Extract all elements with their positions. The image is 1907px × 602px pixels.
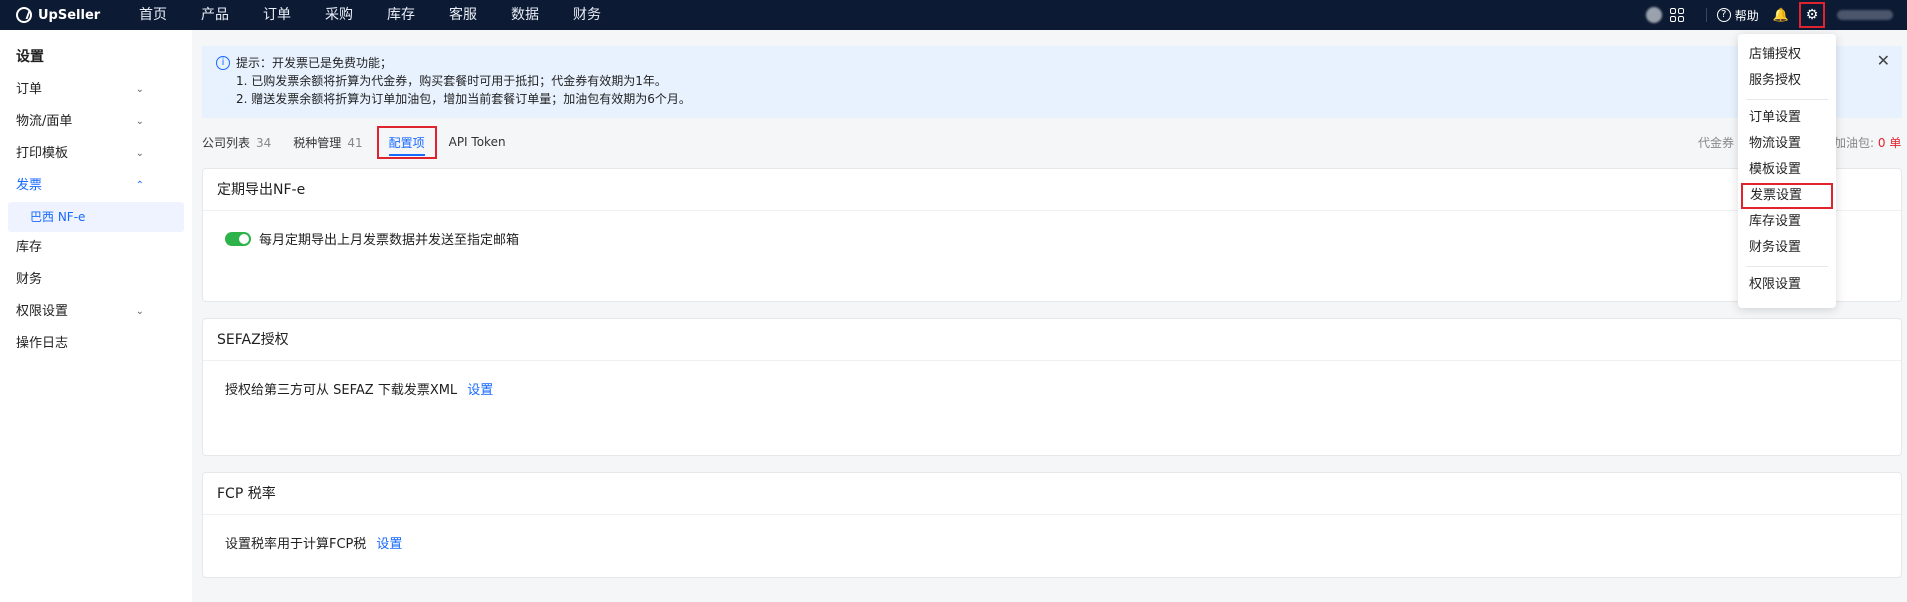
top-navbar: UpSeller 首页 产品 订单 采购 库存 客服 数据 财务 ? 帮助 🔔 … (0, 0, 1907, 30)
main-nav: 首页 产品 订单 采购 库存 客服 数据 财务 (122, 0, 618, 30)
notice-line-1: 提示：开发票已是免费功能； (236, 56, 393, 70)
fuel-label: 加油包: (1834, 136, 1875, 150)
sidebar-item-label: 财务 (16, 272, 43, 287)
brand-name: UpSeller (38, 7, 101, 23)
menu-item-service-auth[interactable]: 服务授权 (1738, 68, 1836, 94)
help-label: 帮助 (1734, 8, 1759, 23)
upseller-logo-icon (16, 7, 32, 23)
menu-divider (1746, 99, 1828, 100)
tab-count: 41 (347, 135, 363, 150)
chevron-down-icon: ⌄ (135, 116, 144, 127)
fcp-settings-link[interactable]: 设置 (376, 533, 402, 552)
card-sefaz: SEFAZ授权 授权给第三方可从 SEFAZ 下载发票XML 设置 (202, 318, 1902, 456)
bell-icon[interactable]: 🔔 (1773, 8, 1789, 23)
fuel-value: 0 单 (1877, 136, 1902, 150)
nav-finance[interactable]: 财务 (556, 0, 618, 30)
info-icon: i (216, 56, 230, 70)
sidebar-title: 设置 (16, 49, 44, 65)
settings-button[interactable]: ⚙ (1799, 2, 1825, 28)
gear-icon: ⚙ (1805, 7, 1819, 23)
sidebar-item-label: 物流/面单 (16, 114, 73, 129)
nav-products[interactable]: 产品 (184, 0, 246, 30)
sidebar-item-label: 库存 (16, 240, 43, 255)
nfe-export-description: 每月定期导出上月发票数据并发送至指定邮箱 (259, 233, 520, 248)
tab-company-list[interactable]: 公司列表 34 (202, 134, 271, 151)
menu-item-template-settings[interactable]: 模板设置 (1738, 157, 1836, 183)
tab-count: 34 (256, 135, 272, 150)
nav-home[interactable]: 首页 (122, 0, 184, 30)
card-title: 定期导出NF-e (203, 169, 1901, 211)
tab-label: 公司列表 (202, 135, 251, 150)
sidebar-item-label: 订单 (16, 82, 43, 97)
tab-label: 配置项 (388, 135, 425, 156)
notice-line-3: 2. 赠送发票余额将折算为订单加油包，增加当前套餐订单量；加油包有效期为6个月。 (236, 92, 691, 106)
avatar-blurred[interactable] (1645, 7, 1662, 23)
tab-config[interactable]: 配置项 (376, 125, 437, 159)
sefaz-description: 授权给第三方可从 SEFAZ 下载发票XML (225, 383, 458, 398)
sidebar-item-invoice[interactable]: 发票 ⌃ (0, 170, 192, 202)
divider (1705, 8, 1707, 22)
menu-item-order-settings[interactable]: 订单设置 (1738, 105, 1836, 131)
nav-orders[interactable]: 订单 (246, 0, 308, 30)
sidebar-item-inventory[interactable]: 库存 (0, 232, 192, 264)
sefaz-settings-link[interactable]: 设置 (467, 379, 493, 398)
notice-line-2: 1. 已购发票余额将折算为代金券，购买套餐时可用于抵扣；代金券有效期为1年。 (236, 74, 667, 88)
card-fcp-tax: FCP 税率 设置税率用于计算FCP税 设置 (202, 472, 1902, 578)
menu-item-inventory-settings[interactable]: 库存设置 (1738, 209, 1836, 235)
chevron-down-icon: ⌄ (135, 84, 144, 95)
brand-logo[interactable]: UpSeller (0, 7, 118, 23)
fcp-description: 设置税率用于计算FCP税 (225, 537, 367, 552)
voucher-label: 代金券 (1698, 136, 1735, 150)
nav-customer-service[interactable]: 客服 (432, 0, 494, 30)
topbar-actions: ? 帮助 🔔 ⚙ (1645, 0, 1907, 30)
user-account-blurred[interactable] (1837, 10, 1893, 20)
chevron-down-icon: ⌄ (135, 148, 144, 159)
menu-item-store-auth[interactable]: 店铺授权 (1738, 42, 1836, 68)
nfe-export-toggle[interactable] (225, 231, 251, 246)
sidebar-item-print-template[interactable]: 打印模板 ⌄ (0, 138, 192, 170)
tab-api-token[interactable]: API Token (449, 135, 506, 149)
sidebar-item-orders[interactable]: 订单 ⌄ (0, 74, 192, 106)
nav-inventory[interactable]: 库存 (370, 0, 432, 30)
chevron-up-icon: ⌃ (135, 180, 144, 191)
fuel-pack-stat: 加油包: 0 单 (1834, 134, 1901, 151)
menu-item-permission-settings[interactable]: 权限设置 (1738, 272, 1836, 298)
sidebar-item-brazil-nfe[interactable]: 巴西 NF-e (8, 202, 184, 232)
sidebar-item-logistics[interactable]: 物流/面单 ⌄ (0, 106, 192, 138)
sidebar-item-label: 操作日志 (16, 336, 69, 351)
menu-divider (1746, 266, 1828, 267)
menu-item-invoice-settings[interactable]: 发票设置 (1741, 183, 1833, 209)
chevron-down-icon: ⌄ (135, 306, 144, 317)
settings-dropdown-menu: 店铺授权 服务授权 订单设置 物流设置 模板设置 发票设置 库存设置 财务设置 … (1738, 34, 1836, 308)
menu-item-logistics-settings[interactable]: 物流设置 (1738, 131, 1836, 157)
tab-tax-management[interactable]: 税种管理 41 (293, 134, 362, 151)
close-icon[interactable]: ✕ (1877, 52, 1890, 70)
card-title: SEFAZ授权 (203, 319, 1901, 361)
invoice-tabs: 公司列表 34 税种管理 41 配置项 API Token (202, 124, 528, 160)
sidebar-item-finance[interactable]: 财务 (0, 264, 192, 296)
sidebar-item-label: 权限设置 (16, 304, 69, 319)
sidebar-item-label: 发票 (16, 178, 43, 193)
menu-item-finance-settings[interactable]: 财务设置 (1738, 235, 1836, 261)
tab-label: 税种管理 (293, 135, 342, 150)
settings-sidebar: 设置 订单 ⌄ 物流/面单 ⌄ 打印模板 ⌄ 发票 ⌃ 巴西 NF-e 库存 财… (0, 30, 192, 602)
help-button[interactable]: ? 帮助 (1716, 7, 1759, 24)
help-icon: ? (1716, 8, 1731, 22)
nav-data[interactable]: 数据 (494, 0, 556, 30)
sidebar-item-label: 打印模板 (16, 146, 69, 161)
sidebar-item-operation-log[interactable]: 操作日志 (0, 328, 192, 360)
card-title: FCP 税率 (203, 473, 1901, 515)
apps-grid-icon[interactable] (1669, 8, 1684, 22)
card-nfe-export: 定期导出NF-e 每月定期导出上月发票数据并发送至指定邮箱 (202, 168, 1902, 302)
nav-purchase[interactable]: 采购 (308, 0, 370, 30)
sidebar-item-permissions[interactable]: 权限设置 ⌄ (0, 296, 192, 328)
info-notice: i 提示：开发票已是免费功能； 1. 已购发票余额将折算为代金券，购买套餐时可用… (202, 46, 1902, 118)
